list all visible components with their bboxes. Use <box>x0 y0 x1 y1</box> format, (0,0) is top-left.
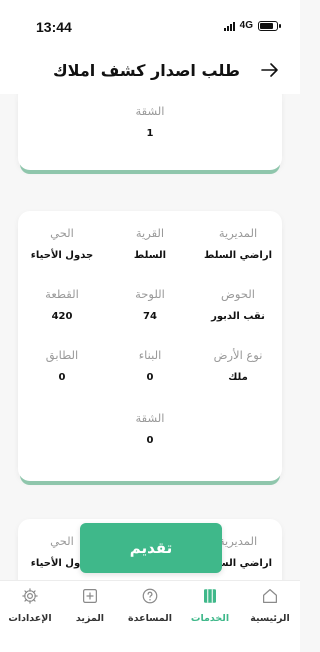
field-value: 74 <box>143 311 157 322</box>
page-title: طلب اصدار كشف املاك <box>53 61 240 80</box>
field-value: جدول الأحياء <box>30 250 94 261</box>
field-label: الشقة <box>135 104 165 118</box>
services-icon <box>204 589 216 603</box>
field-floor: الطابق 0 <box>18 348 106 383</box>
details-card: الشقة 1 <box>18 94 282 170</box>
nav-label: المساعدة <box>127 613 172 624</box>
field-district: الحي جدول الأحياء <box>18 226 106 261</box>
field-directorate: المديرية اراضي السلط <box>194 226 282 261</box>
field-basin: الحوض نقب الدبور <box>194 287 282 322</box>
home-icon <box>263 589 277 603</box>
field-land-type: نوع الأرض ملك <box>194 348 282 383</box>
field-label: المديرية <box>218 226 258 240</box>
nav-label: الرئيسية <box>250 613 290 624</box>
network-type: 4G <box>239 20 253 31</box>
field-label: الحي <box>50 226 74 240</box>
arrow-right-icon[interactable] <box>260 62 280 78</box>
nav-label: الإعدادات <box>8 613 52 624</box>
field-label: الحوض <box>221 287 255 301</box>
nav-label: الخدمات <box>190 613 230 624</box>
nav-more[interactable]: المزيد <box>60 581 120 652</box>
field-value: ملك <box>228 372 248 383</box>
battery-icon <box>258 20 281 31</box>
field-value: 420 <box>51 311 73 322</box>
nav-settings[interactable]: الإعدادات <box>0 581 60 652</box>
nav-help[interactable]: المساعدة <box>120 581 180 652</box>
field-value: 0 <box>146 435 154 446</box>
field-building: البناء 0 <box>106 348 194 383</box>
nav-label: المزيد <box>75 613 105 624</box>
submit-button[interactable]: تقديم <box>80 523 222 573</box>
nav-home[interactable]: الرئيسية <box>240 581 300 652</box>
field-apartment: الشقة 0 <box>106 411 194 446</box>
field-label: نوع الأرض <box>213 348 263 362</box>
field-label: الطابق <box>45 348 79 362</box>
status-time: 13:44 <box>36 19 72 35</box>
bottom-nav: الإعدادات المزيد المساعدة الخدمات الرئيس… <box>0 580 300 652</box>
status-bar: 13:44 4G <box>0 0 300 52</box>
field-label: اللوحة <box>135 287 165 301</box>
details-card: المديرية اراضي السلط القرية السلط الحي ج… <box>18 211 282 481</box>
field-label: القرية <box>135 226 165 240</box>
field-plate: اللوحة 74 <box>106 287 194 322</box>
field-label: الشقة <box>135 411 165 425</box>
plus-square-icon <box>83 589 97 603</box>
app-header: طلب اصدار كشف املاك <box>0 52 300 94</box>
gear-icon <box>22 588 38 604</box>
field-village: القرية السلط <box>106 226 194 261</box>
field-value: نقب الدبور <box>211 311 265 322</box>
help-circle-icon <box>142 588 158 604</box>
field-label: البناء <box>138 348 162 362</box>
status-indicators: 4G <box>223 20 281 31</box>
field-label: القطعة <box>45 287 79 301</box>
field-value: اراضي السلط <box>203 250 273 261</box>
field-apartment: الشقة 1 <box>106 104 194 139</box>
field-value: 1 <box>146 128 154 139</box>
field-value: 0 <box>146 372 154 383</box>
nav-services[interactable]: الخدمات <box>180 581 240 652</box>
field-value: 0 <box>58 372 66 383</box>
signal-icon <box>223 21 235 31</box>
field-parcel: القطعة 420 <box>18 287 106 322</box>
field-value: السلط <box>133 250 167 261</box>
content-scroll[interactable]: الشقة 1 المديرية اراضي السلط القرية السل… <box>0 94 300 580</box>
